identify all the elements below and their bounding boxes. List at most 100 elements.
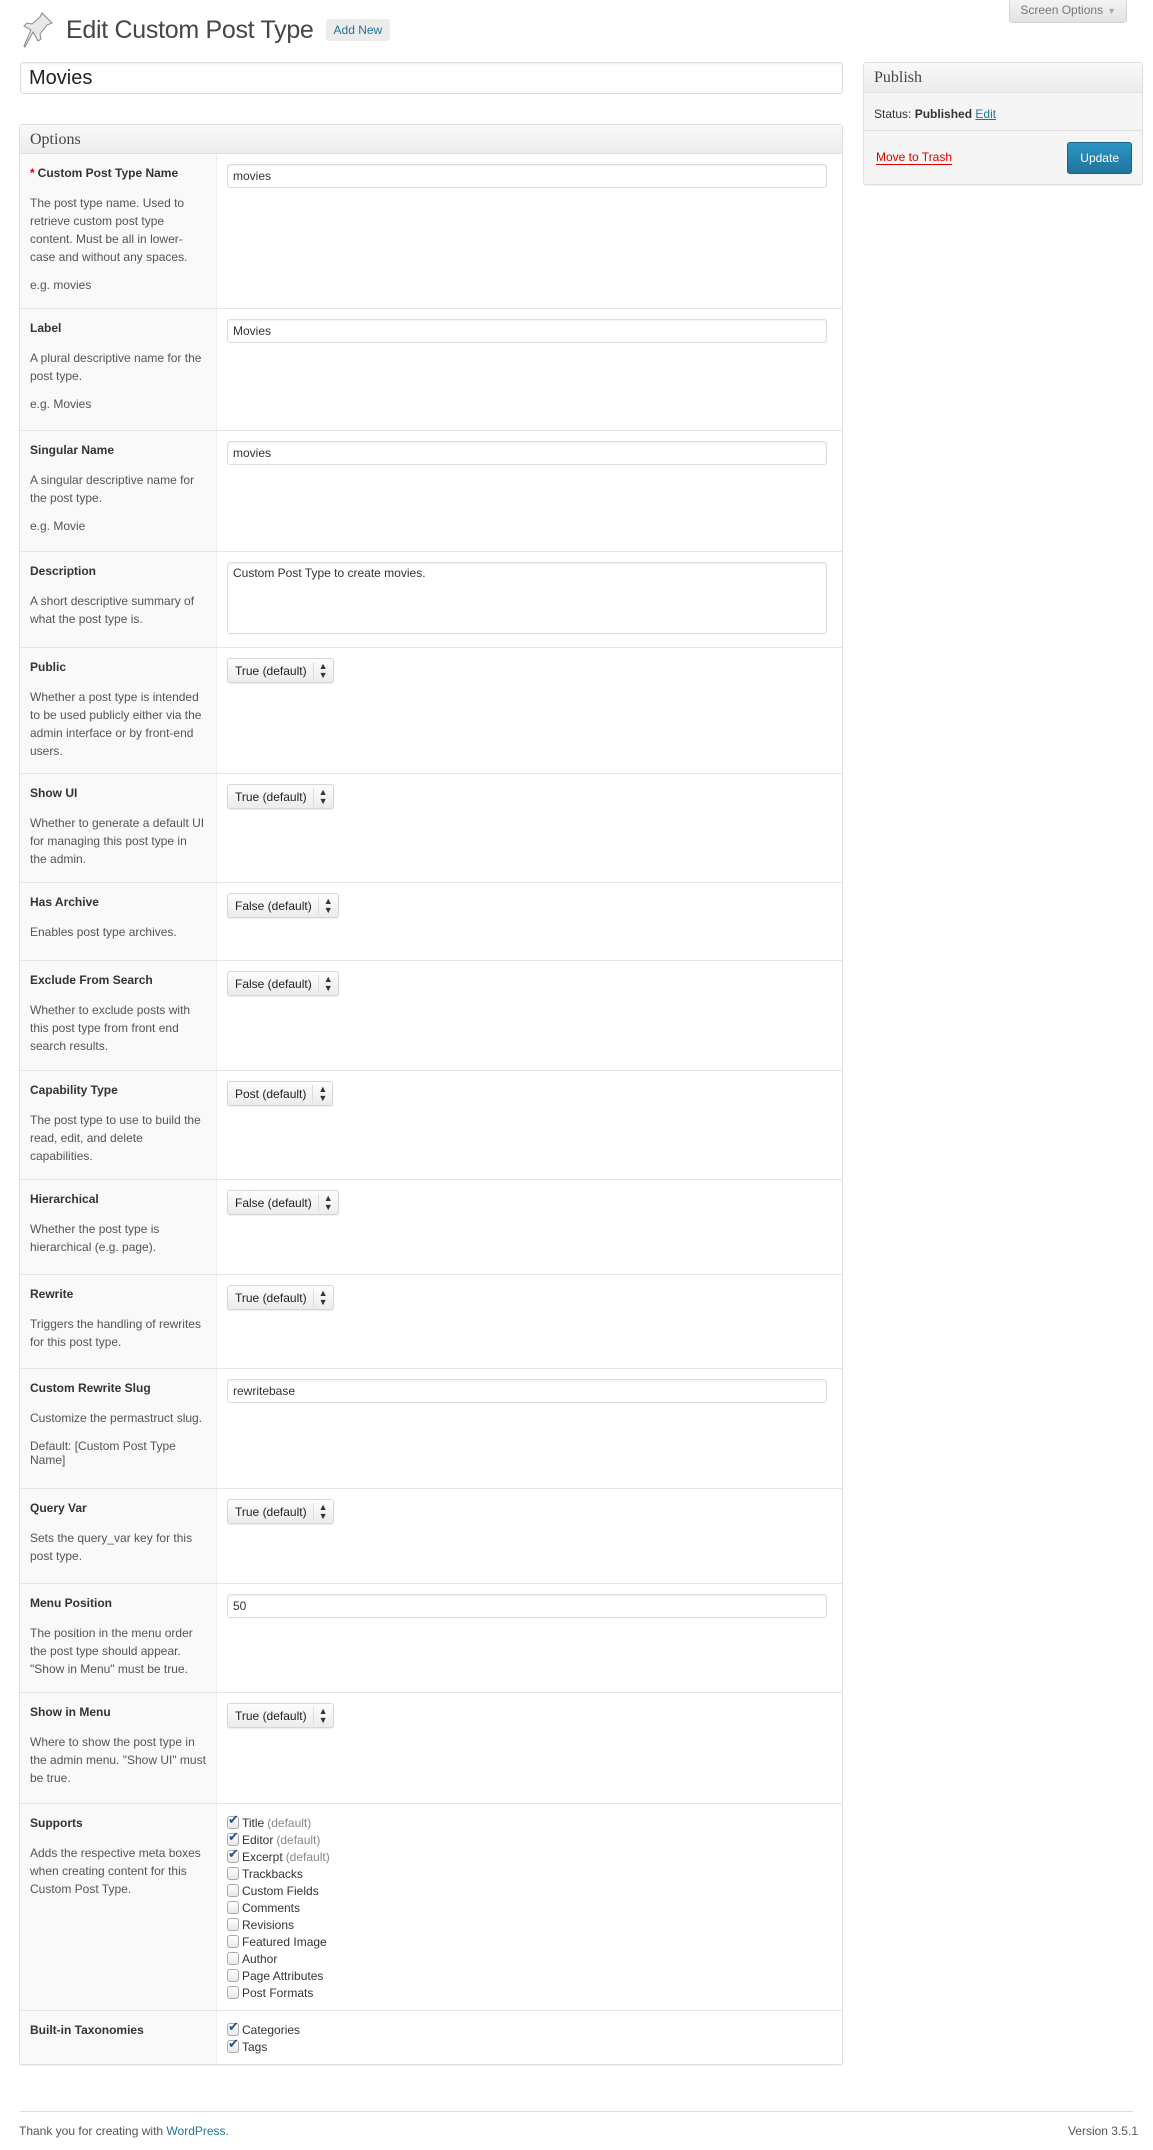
option-label-cell: Capability Type The post type to use to b… — [20, 1071, 217, 1179]
checkbox-input[interactable] — [227, 1812, 239, 1829]
checkbox-trackbacks[interactable]: Trackbacks — [227, 1865, 832, 1882]
caret-down-icon: ▼ — [1107, 6, 1116, 16]
option-row-custom-post-type-name: * Custom Post Type Name The post type name… — [20, 154, 842, 309]
checkbox-tags[interactable]: Tags — [227, 2036, 832, 2055]
checkbox-input[interactable] — [227, 1884, 239, 1897]
hierarchical-select[interactable]: False (default) ▲ ▼ — [227, 1190, 339, 1215]
update-button[interactable]: Update — [1067, 141, 1132, 174]
publish-box: Publish Status: Published Edit Move to T… — [863, 62, 1143, 185]
option-name-text: Hierarchical — [30, 1192, 99, 1206]
option-description: The post type name. Used to retrieve cus… — [30, 196, 188, 264]
checkbox-input[interactable] — [227, 2019, 239, 2036]
show-in-menu-select[interactable]: True (default) ▲ ▼ — [227, 1703, 334, 1728]
rewrite-select[interactable]: True (default) ▲ ▼ — [227, 1285, 334, 1310]
checkbox-comments[interactable]: Comments — [227, 1899, 832, 1916]
option-example: e.g. Movies — [30, 397, 92, 411]
checkbox-categories[interactable]: Categories — [227, 2019, 832, 2038]
singular-name-input[interactable] — [227, 441, 827, 465]
checkbox-author[interactable]: Author — [227, 1950, 832, 1967]
checkbox-page-attributes[interactable]: Page Attributes — [227, 1967, 832, 1984]
edit-status-link[interactable]: Edit — [975, 107, 996, 121]
checkbox-editor[interactable]: Editor(default) — [227, 1829, 832, 1848]
option-description: Adds the respective meta boxes when crea… — [30, 1846, 201, 1896]
custom-rewrite-slug-input[interactable] — [227, 1379, 827, 1403]
public-select[interactable]: True (default) ▲ ▼ — [227, 658, 334, 683]
checkbox-input[interactable] — [227, 1986, 239, 1999]
option-field-cell: False (default) ▲ ▼ — [217, 883, 842, 960]
option-label-cell: Supports Adds the respective meta boxes w… — [20, 1804, 217, 2010]
move-to-trash-link[interactable]: Move to Trash — [876, 150, 953, 165]
option-label-cell: Show in Menu Where to show the post type … — [20, 1693, 217, 1803]
checkbox-label: Comments — [242, 1900, 301, 1915]
has-archive-select[interactable]: False (default) ▲ ▼ — [227, 893, 339, 918]
option-row-capability-type: Capability Type The post type to use to b… — [20, 1071, 842, 1180]
checkbox-label: Author — [242, 1951, 278, 1966]
screen-options-button[interactable]: Screen Options ▼ — [1009, 0, 1127, 23]
page-header: Edit Custom Post Type Add New — [22, 10, 391, 50]
checkbox-excerpt[interactable]: Excerpt(default) — [227, 1846, 832, 1865]
wordpress-link[interactable]: WordPress. — [166, 2124, 228, 2138]
checkbox-input[interactable] — [227, 2036, 239, 2053]
option-field-cell: Post (default) ▲ ▼ — [217, 1071, 842, 1179]
option-name: Hierarchical — [30, 1192, 206, 1206]
checkbox-label: Categories — [242, 2022, 301, 2037]
add-new-button[interactable]: Add New — [325, 19, 391, 41]
option-name-text: Show in Menu — [30, 1705, 111, 1719]
checkbox-label: Editor — [242, 1832, 274, 1847]
option-description: A singular descriptive name for the post… — [30, 473, 195, 505]
checkbox-input[interactable] — [227, 1969, 239, 1982]
custom-post-type-name-input[interactable] — [227, 164, 827, 188]
checkbox-custom-fields[interactable]: Custom Fields — [227, 1882, 832, 1899]
exclude-from-search-select[interactable]: False (default) ▲ ▼ — [227, 971, 339, 996]
checkbox-title[interactable]: Title(default) — [227, 1812, 832, 1831]
option-name-text: Custom Rewrite Slug — [30, 1381, 151, 1395]
select-arrows-icon: ▲ ▼ — [312, 1706, 333, 1725]
option-name: Show in Menu — [30, 1705, 206, 1719]
checkbox-label: Tags — [242, 2039, 268, 2054]
option-row-label: Label A plural descriptive name for the p… — [20, 309, 842, 431]
show-ui-select[interactable]: True (default) ▲ ▼ — [227, 784, 334, 809]
label-input[interactable] — [227, 319, 827, 343]
checkbox-input[interactable] — [227, 1901, 239, 1914]
checkbox-label: Featured Image — [242, 1934, 327, 1949]
checkbox-input[interactable] — [227, 1846, 239, 1863]
option-field-cell: Categories Tags — [217, 2011, 842, 2064]
capability-type-select[interactable]: Post (default) ▲ ▼ — [227, 1081, 334, 1106]
option-label-cell: Description A short descriptive summary o… — [20, 552, 217, 647]
option-label-cell: Built-in Taxonomies — [20, 2011, 217, 2064]
post-title-input[interactable] — [20, 62, 843, 94]
option-row-has-archive: Has Archive Enables post type archives. Fa… — [20, 883, 842, 961]
checkbox-post-formats[interactable]: Post Formats — [227, 1984, 832, 2001]
option-name: Supports — [30, 1816, 206, 1830]
checkbox-input[interactable] — [227, 1867, 239, 1880]
option-label-cell: Singular Name A singular descriptive name… — [20, 431, 217, 551]
option-label-cell: Menu Position The position in the menu or… — [20, 1584, 217, 1692]
option-description: Customize the permastruct slug. — [30, 1411, 203, 1425]
checkbox-revisions[interactable]: Revisions — [227, 1916, 832, 1933]
option-field-cell: Custom Post Type to create movies. — [217, 552, 842, 647]
checkbox-input[interactable] — [227, 1952, 239, 1965]
menu-position-input[interactable] — [227, 1594, 827, 1618]
option-label-cell: Label A plural descriptive name for the p… — [20, 309, 217, 430]
checkbox-note: (default) — [267, 1815, 312, 1830]
option-description: The position in the menu order the post … — [30, 1626, 193, 1676]
checkbox-label: Post Formats — [242, 1985, 314, 2000]
option-label-cell: Public Whether a post type is intended to… — [20, 648, 217, 773]
option-name: Custom Rewrite Slug — [30, 1381, 206, 1395]
option-description: A short descriptive summary of what the … — [30, 594, 195, 626]
option-row-description: Description A short descriptive summary o… — [20, 552, 842, 648]
checkbox-input[interactable] — [227, 1829, 239, 1846]
option-field-cell: False (default) ▲ ▼ — [217, 1180, 842, 1274]
checkbox-featured-image[interactable]: Featured Image — [227, 1933, 832, 1950]
query-var-select[interactable]: True (default) ▲ ▼ — [227, 1499, 334, 1524]
checkbox-input[interactable] — [227, 1935, 239, 1948]
option-name-text: Has Archive — [30, 895, 99, 909]
select-arrows-icon: ▲ ▼ — [317, 896, 338, 915]
option-field-cell: True (default) ▲ ▼ — [217, 1693, 842, 1803]
option-name-text: Capability Type — [30, 1083, 118, 1097]
select-value: True (default) — [235, 1708, 307, 1723]
option-row-show-in-menu: Show in Menu Where to show the post type … — [20, 1693, 842, 1804]
description-textarea[interactable]: Custom Post Type to create movies. — [227, 562, 827, 634]
option-name: Rewrite — [30, 1287, 206, 1301]
checkbox-input[interactable] — [227, 1918, 239, 1931]
